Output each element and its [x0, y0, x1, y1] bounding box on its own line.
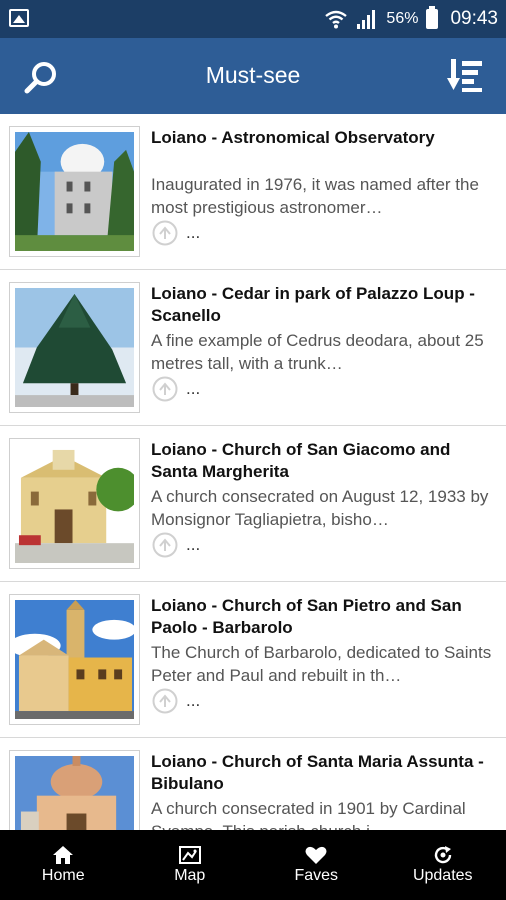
bottom-navigation: Home Map Faves Updates	[0, 830, 506, 900]
item-title: Loiano - Cedar in park of Palazzo Loup -…	[151, 284, 475, 325]
nav-map[interactable]: Map	[127, 830, 254, 900]
item-title: Loiano - Church of San Pietro and San Pa…	[151, 596, 462, 637]
share-icon[interactable]	[152, 688, 178, 714]
battery-percent: 56%	[386, 10, 419, 27]
more-indicator: ...	[186, 691, 201, 710]
signal-icon	[357, 10, 376, 29]
nav-faves[interactable]: Faves	[253, 830, 380, 900]
nav-updates[interactable]: Updates	[380, 830, 506, 900]
nav-map-label: Map	[174, 867, 206, 884]
more-indicator: ...	[186, 535, 201, 554]
app-bar: Must-see	[0, 38, 506, 114]
share-icon[interactable]	[152, 532, 178, 558]
list-item[interactable]: Loiano - Astronomical Observatory Inaugu…	[0, 114, 506, 270]
map-icon	[178, 846, 201, 864]
item-title: Loiano - Astronomical Observatory	[151, 128, 435, 147]
item-thumbnail	[9, 282, 140, 413]
clock: 09:43	[450, 8, 498, 29]
list-item[interactable]: Loiano - Church of San Pietro and San Pa…	[0, 582, 506, 738]
item-title: Loiano - Church of San Giacomo and Santa…	[151, 440, 451, 481]
heart-icon	[305, 846, 327, 864]
nav-home-label: Home	[41, 867, 85, 884]
item-thumbnail	[9, 750, 140, 830]
refresh-icon	[434, 846, 451, 864]
battery-icon	[426, 6, 439, 29]
home-icon	[53, 846, 74, 864]
item-thumbnail	[9, 438, 140, 569]
item-title: Loiano - Church of Santa Maria Assunta -…	[151, 752, 484, 793]
sort-icon	[447, 59, 482, 92]
nav-home[interactable]: Home	[0, 830, 127, 900]
sort-button[interactable]	[446, 56, 486, 96]
item-description: A church consecrated on August 12, 1933 …	[151, 487, 489, 529]
item-thumbnail	[9, 594, 140, 725]
nav-updates-label: Updates	[412, 867, 473, 884]
list-item[interactable]: Loiano - Church of San Giacomo and Santa…	[0, 426, 506, 582]
wifi-icon	[325, 10, 348, 29]
share-icon[interactable]	[152, 220, 178, 246]
gallery-notification-icon	[9, 9, 29, 27]
list-item[interactable]: Loiano - Cedar in park of Palazzo Loup -…	[0, 270, 506, 426]
list-item[interactable]: Loiano - Church of Santa Maria Assunta -…	[0, 738, 506, 830]
must-see-list[interactable]: Loiano - Astronomical Observatory Inaugu…	[0, 114, 506, 830]
item-description: A church consecrated in 1901 by Cardinal…	[151, 799, 466, 830]
item-thumbnail	[9, 126, 140, 257]
more-indicator: ...	[186, 379, 201, 398]
nav-faves-label: Faves	[294, 867, 339, 884]
item-description: The Church of Barbarolo, dedicated to Sa…	[151, 643, 492, 685]
status-bar: 56% 09:43	[0, 0, 506, 38]
page-title: Must-see	[205, 62, 301, 88]
item-description: Inaugurated in 1976, it was named after …	[151, 175, 479, 217]
share-icon[interactable]	[152, 376, 178, 402]
item-description: A fine example of Cedrus deodara, about …	[151, 331, 484, 373]
more-indicator: ...	[186, 223, 201, 242]
